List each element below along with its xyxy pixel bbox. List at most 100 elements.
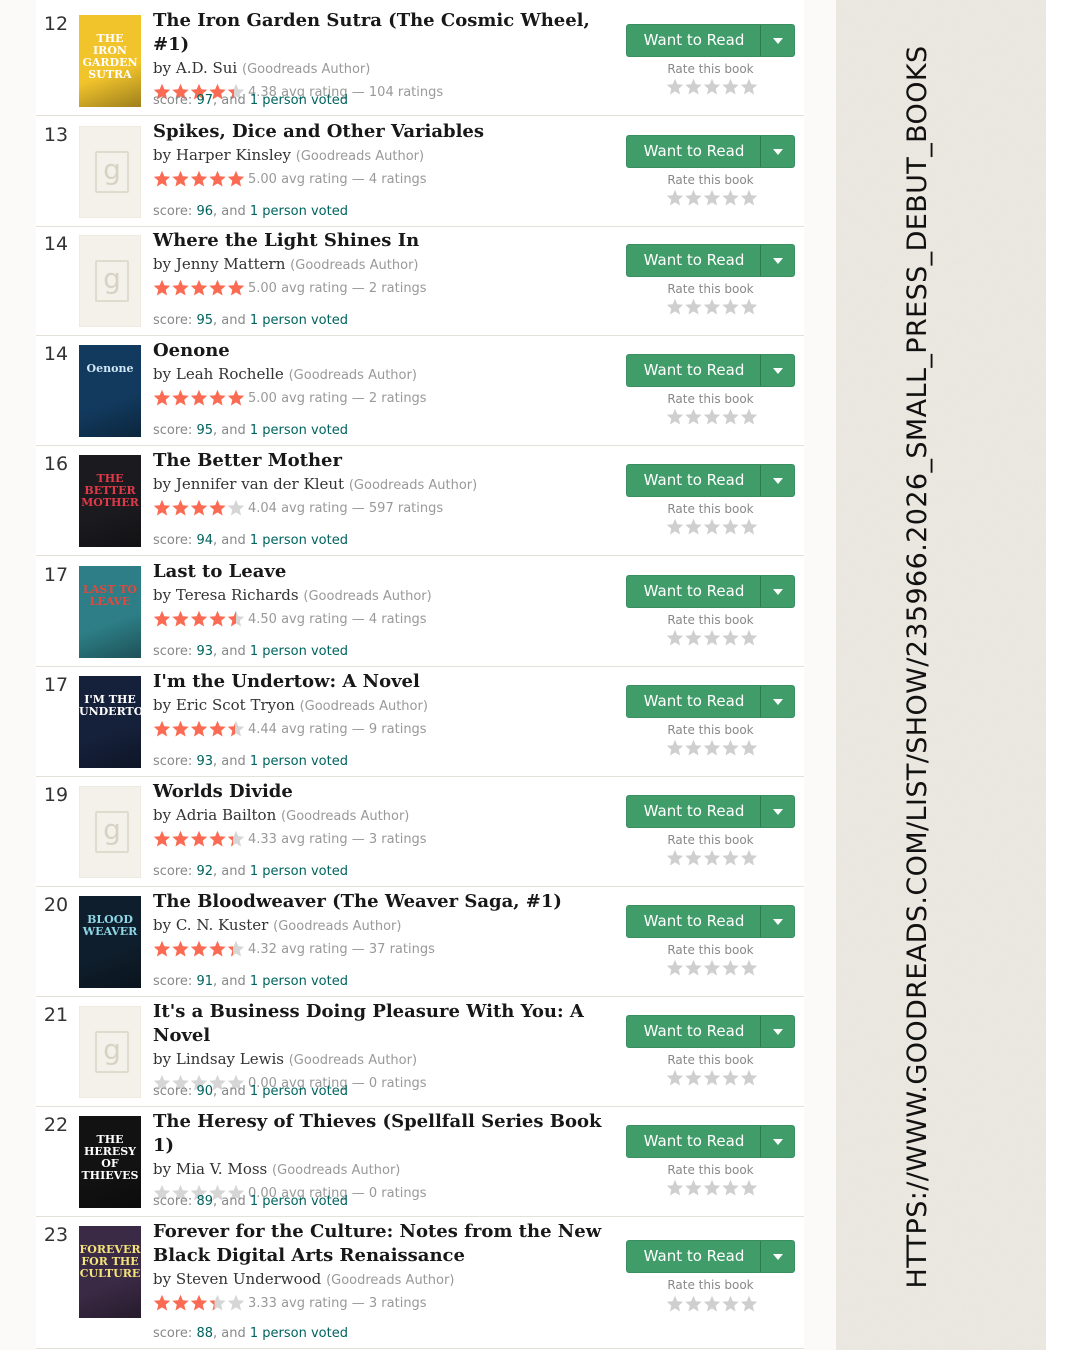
book-cover[interactable]: LAST TO LEAVE	[79, 566, 141, 658]
score-link[interactable]: 89	[196, 1194, 213, 1209]
author-name-link[interactable]: Lindsay Lewis	[176, 1050, 284, 1068]
rate-stars-widget[interactable]	[666, 408, 758, 430]
author-name-link[interactable]: Adria Bailton	[176, 806, 276, 824]
rate-stars-widget[interactable]	[666, 518, 758, 540]
shelf-dropdown-button[interactable]	[760, 136, 794, 167]
shelf-dropdown-button[interactable]	[760, 245, 794, 276]
shelf-dropdown-button[interactable]	[760, 1126, 794, 1157]
score-link[interactable]: 88	[196, 1326, 213, 1341]
want-to-read-button[interactable]: Want to Read	[626, 1125, 795, 1158]
book-title-link[interactable]: Worlds Divide	[153, 780, 623, 804]
author-name-link[interactable]: Leah Rochelle	[176, 365, 284, 383]
shelf-dropdown-button[interactable]	[760, 355, 794, 386]
want-to-read-button[interactable]: Want to Read	[626, 464, 795, 497]
shelf-dropdown-button[interactable]	[760, 1016, 794, 1047]
author-name-link[interactable]: A.D. Sui	[176, 59, 237, 77]
book-title-link[interactable]: Forever for the Culture: Notes from the …	[153, 1220, 623, 1268]
voters-link[interactable]: 1 person voted	[250, 204, 348, 219]
rate-stars-widget[interactable]	[666, 849, 758, 871]
book-title-link[interactable]: Last to Leave	[153, 560, 623, 584]
book-cover[interactable]: BLOOD WEAVER	[79, 896, 141, 988]
rate-stars-widget[interactable]	[666, 959, 758, 981]
author-name-link[interactable]: C. N. Kuster	[176, 916, 269, 934]
shelf-dropdown-button[interactable]	[760, 1241, 794, 1272]
book-title-link[interactable]: Spikes, Dice and Other Variables	[153, 120, 623, 144]
book-title-link[interactable]: The Bloodweaver (The Weaver Saga, #1)	[153, 890, 623, 914]
book-cover[interactable]: THE BETTER MOTHER	[79, 455, 141, 547]
book-cover[interactable]: Oenone	[79, 345, 141, 437]
voters-link[interactable]: 1 person voted	[250, 1084, 348, 1099]
rate-stars-widget[interactable]	[666, 629, 758, 651]
book-cover[interactable]: g	[79, 1006, 141, 1098]
chevron-down-icon	[773, 1254, 783, 1260]
score-link[interactable]: 94	[196, 533, 213, 548]
want-to-read-button[interactable]: Want to Read	[626, 905, 795, 938]
author-name-link[interactable]: Jennifer van der Kleut	[176, 475, 344, 493]
rate-stars-widget[interactable]	[666, 298, 758, 320]
score-link[interactable]: 96	[196, 204, 213, 219]
want-to-read-button[interactable]: Want to Read	[626, 795, 795, 828]
score-link[interactable]: 93	[196, 754, 213, 769]
shelf-dropdown-button[interactable]	[760, 796, 794, 827]
book-cover[interactable]: g	[79, 235, 141, 327]
author-name-link[interactable]: Eric Scot Tryon	[176, 696, 295, 714]
shelf-dropdown-button[interactable]	[760, 686, 794, 717]
voters-link[interactable]: 1 person voted	[250, 533, 348, 548]
rate-stars-widget[interactable]	[666, 739, 758, 761]
book-title-link[interactable]: The Better Mother	[153, 449, 623, 473]
shelf-dropdown-button[interactable]	[760, 465, 794, 496]
want-to-read-button[interactable]: Want to Read	[626, 354, 795, 387]
want-to-read-button[interactable]: Want to Read	[626, 1240, 795, 1273]
rate-stars-widget[interactable]	[666, 1295, 758, 1317]
star-icon	[666, 518, 684, 535]
rate-stars-widget[interactable]	[666, 1069, 758, 1091]
rate-stars-widget[interactable]	[666, 1179, 758, 1201]
score-link[interactable]: 90	[196, 1084, 213, 1099]
want-to-read-button[interactable]: Want to Read	[626, 685, 795, 718]
voters-link[interactable]: 1 person voted	[250, 1326, 348, 1341]
book-cover[interactable]: THE IRON GARDEN SUTRA	[79, 15, 141, 107]
score-link[interactable]: 93	[196, 644, 213, 659]
shelf-dropdown-button[interactable]	[760, 25, 794, 56]
book-title-link[interactable]: Oenone	[153, 339, 623, 363]
star-icon	[703, 959, 721, 976]
rate-stars-widget[interactable]	[666, 78, 758, 100]
want-to-read-button[interactable]: Want to Read	[626, 244, 795, 277]
score-link[interactable]: 95	[196, 313, 213, 328]
author-name-link[interactable]: Teresa Richards	[176, 586, 299, 604]
want-to-read-button[interactable]: Want to Read	[626, 575, 795, 608]
score-link[interactable]: 95	[196, 423, 213, 438]
book-title-link[interactable]: The Iron Garden Sutra (The Cosmic Wheel,…	[153, 9, 623, 57]
voters-link[interactable]: 1 person voted	[250, 313, 348, 328]
author-name-link[interactable]: Mia V. Moss	[176, 1160, 267, 1178]
book-title-link[interactable]: Where the Light Shines In	[153, 229, 623, 253]
want-to-read-button[interactable]: Want to Read	[626, 135, 795, 168]
want-to-read-button[interactable]: Want to Read	[626, 1015, 795, 1048]
shelf-dropdown-button[interactable]	[760, 576, 794, 607]
book-cover[interactable]: FOREVER FOR THE CULTURE	[79, 1226, 141, 1318]
author-name-link[interactable]: Jenny Mattern	[176, 255, 286, 273]
score-link[interactable]: 97	[196, 93, 213, 108]
voters-link[interactable]: 1 person voted	[250, 754, 348, 769]
voters-link[interactable]: 1 person voted	[250, 974, 348, 989]
voters-link[interactable]: 1 person voted	[250, 864, 348, 879]
voters-link[interactable]: 1 person voted	[250, 1194, 348, 1209]
book-title-link[interactable]: I'm the Undertow: A Novel	[153, 670, 623, 694]
book-cover[interactable]: THE HERESY OF THIEVES	[79, 1116, 141, 1208]
want-to-read-button[interactable]: Want to Read	[626, 24, 795, 57]
voters-link[interactable]: 1 person voted	[250, 644, 348, 659]
rate-stars-widget[interactable]	[666, 189, 758, 211]
book-title-link[interactable]: The Heresy of Thieves (Spellfall Series …	[153, 1110, 623, 1158]
author-name-link[interactable]: Harper Kinsley	[176, 146, 291, 164]
shelf-dropdown-button[interactable]	[760, 906, 794, 937]
book-cover[interactable]: g	[79, 126, 141, 218]
author-name-link[interactable]: Steven Underwood	[176, 1270, 321, 1288]
avg-rating-stars	[153, 170, 245, 190]
book-cover[interactable]: I'M THE UNDERTOW	[79, 676, 141, 768]
score-link[interactable]: 92	[196, 864, 213, 879]
book-title-link[interactable]: It's a Business Doing Pleasure With You:…	[153, 1000, 623, 1048]
voters-link[interactable]: 1 person voted	[250, 93, 348, 108]
score-link[interactable]: 91	[196, 974, 213, 989]
book-cover[interactable]: g	[79, 786, 141, 878]
voters-link[interactable]: 1 person voted	[250, 423, 348, 438]
